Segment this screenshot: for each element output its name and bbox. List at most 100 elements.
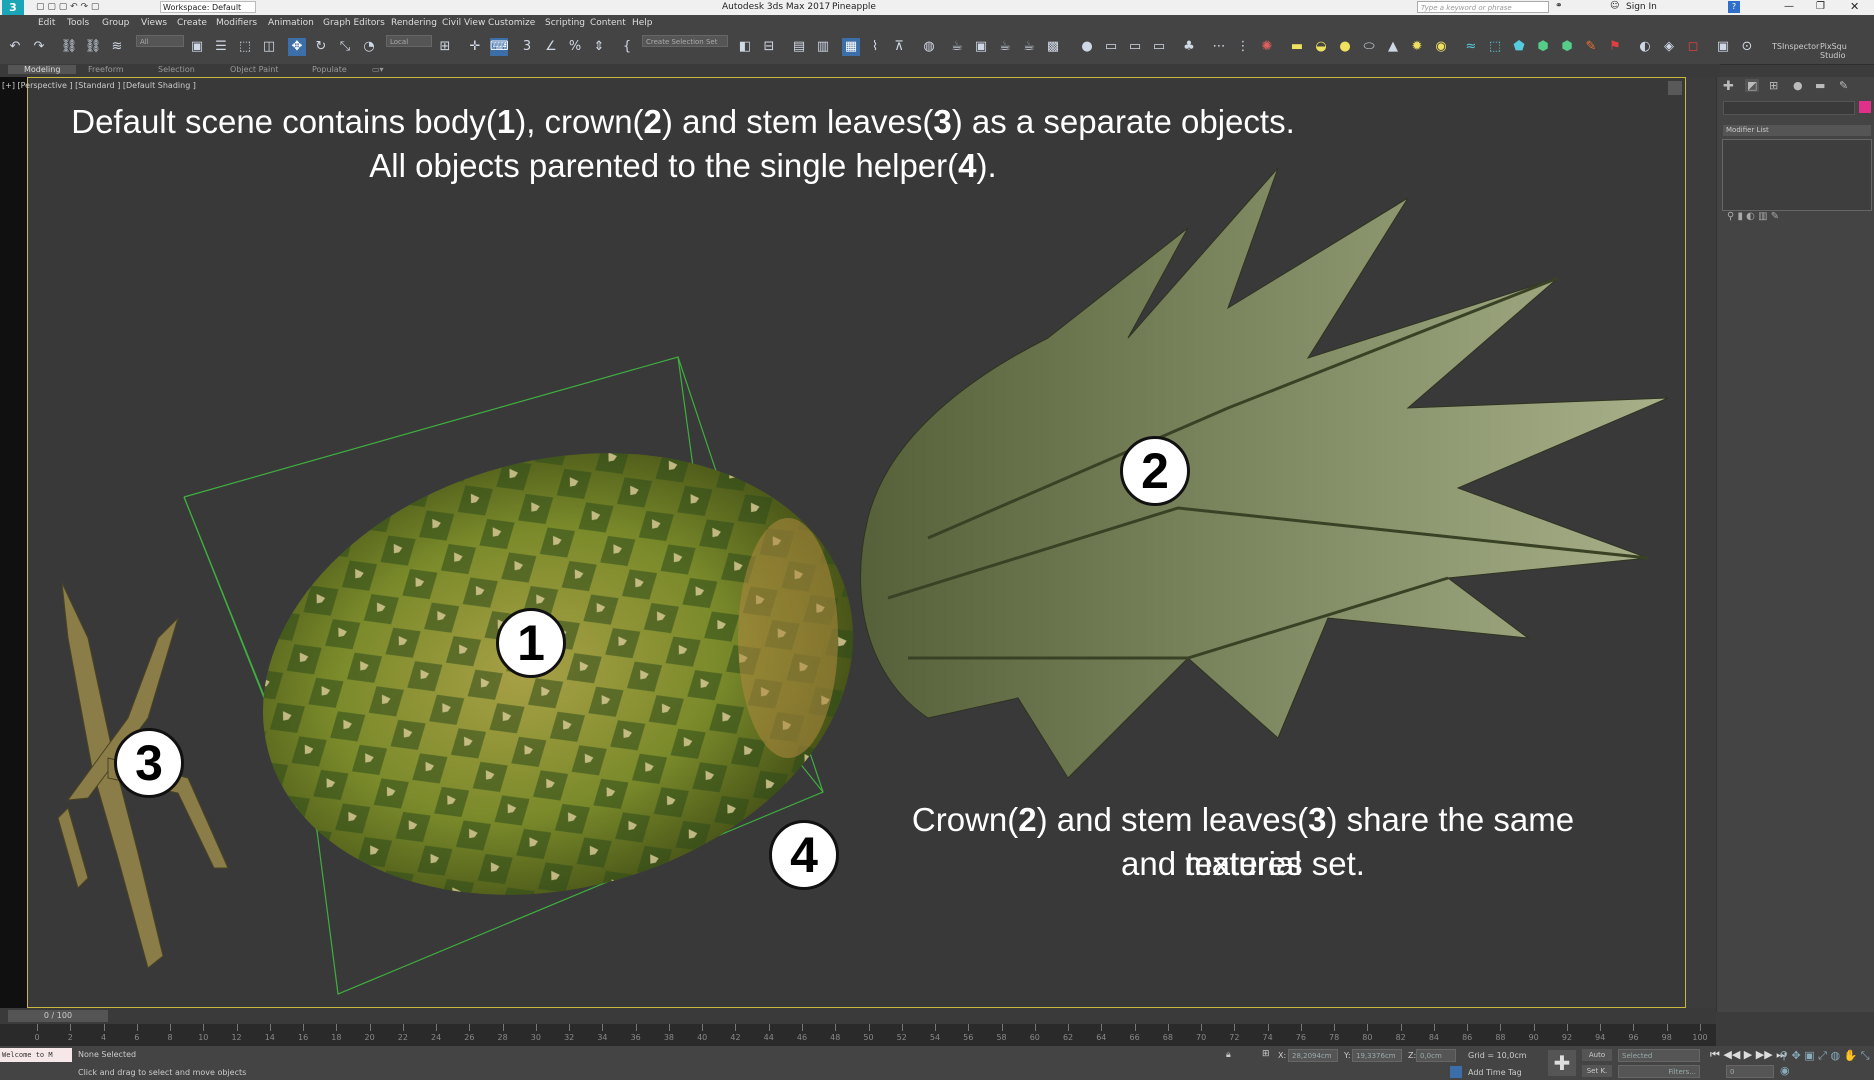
pixsqu-studio-label[interactable]: PixSqu Studio bbox=[1820, 42, 1874, 60]
menu-scripting[interactable]: Scripting bbox=[545, 18, 585, 28]
selection-filter-dropdown[interactable]: All bbox=[136, 35, 184, 47]
tool-r-icon[interactable]: ▣ bbox=[1714, 38, 1732, 56]
sign-in-link[interactable]: Sign In bbox=[1626, 2, 1657, 12]
menu-help[interactable]: Help bbox=[632, 18, 653, 28]
z-coord-field[interactable]: 0,0cm bbox=[1416, 1049, 1456, 1062]
pivot-point-icon[interactable]: ⊞ bbox=[436, 38, 454, 56]
tool-d-icon[interactable]: ♣ bbox=[1180, 38, 1198, 56]
tool-i-icon[interactable]: ⬚ bbox=[1486, 38, 1504, 56]
object-color-swatch[interactable] bbox=[1859, 101, 1871, 113]
menu-create[interactable]: Create bbox=[177, 18, 207, 28]
sphere-tool-icon[interactable]: ● bbox=[1078, 38, 1096, 56]
add-key-icon[interactable]: ✚ bbox=[1548, 1050, 1576, 1076]
placement-icon[interactable]: ◔ bbox=[360, 38, 378, 56]
tool-b-icon[interactable]: ▭ bbox=[1126, 38, 1144, 56]
tool-g-icon[interactable]: ✺ bbox=[1258, 38, 1276, 56]
tsinspector-label[interactable]: TSInspector bbox=[1772, 42, 1819, 51]
tool-n-icon[interactable]: ⚑ bbox=[1606, 38, 1624, 56]
absolute-mode-icon[interactable]: ⊞ bbox=[1262, 1049, 1270, 1059]
menu-civil-view[interactable]: Civil View bbox=[442, 18, 485, 28]
perspective-viewport[interactable]: Default scene contains body(1), crown(2)… bbox=[27, 77, 1686, 1008]
menu-content[interactable]: Content bbox=[590, 18, 626, 28]
select-object-icon[interactable]: ▣ bbox=[188, 38, 206, 56]
hierarchy-tab-icon[interactable]: ⊞ bbox=[1769, 79, 1778, 92]
auto-key-button[interactable]: Auto bbox=[1582, 1049, 1612, 1061]
user-icon[interactable]: ☺ bbox=[1610, 1, 1619, 11]
tool-f-icon[interactable]: ⋮ bbox=[1234, 38, 1252, 56]
tool-o-icon[interactable]: ◐ bbox=[1636, 38, 1654, 56]
minimize-icon[interactable]: — bbox=[1784, 1, 1794, 12]
create-tab-icon[interactable]: ✚ bbox=[1723, 79, 1734, 94]
help-icon[interactable]: ? bbox=[1728, 1, 1740, 13]
redo-icon[interactable]: ↷ bbox=[30, 38, 48, 56]
material-editor-icon[interactable]: ◍ bbox=[920, 38, 938, 56]
link-icon[interactable]: ⛓ bbox=[60, 38, 78, 56]
tool-m-icon[interactable]: ✎ bbox=[1582, 38, 1600, 56]
binoculars-icon[interactable]: ⚭ bbox=[1555, 1, 1563, 11]
percent-snap-icon[interactable]: % bbox=[566, 38, 584, 56]
time-tag-icon[interactable] bbox=[1450, 1066, 1462, 1078]
window-crossing-icon[interactable]: ◫ bbox=[260, 38, 278, 56]
edit-named-sets-icon[interactable]: { bbox=[618, 38, 636, 56]
menu-modifiers[interactable]: Modifiers bbox=[216, 18, 257, 28]
angle-snap-icon[interactable]: ∠ bbox=[542, 38, 560, 56]
tool-q-icon[interactable]: ◻ bbox=[1684, 38, 1702, 56]
spinner-snap-icon[interactable]: ⇕ bbox=[590, 38, 608, 56]
maxscript-listener[interactable]: Welcome to M bbox=[0, 1048, 72, 1062]
snaps-toggle-icon[interactable]: 3 bbox=[518, 38, 536, 56]
select-manipulate-icon[interactable]: ✛ bbox=[466, 38, 484, 56]
modifier-list-dropdown[interactable]: Modifier List bbox=[1723, 125, 1871, 136]
tab-modeling[interactable]: Modeling bbox=[8, 65, 77, 74]
menu-views[interactable]: Views bbox=[141, 18, 167, 28]
viewport-label[interactable]: [+] [Perspective ] [Standard ] [Default … bbox=[2, 81, 196, 90]
mirror-icon[interactable]: ◧ bbox=[736, 38, 754, 56]
bind-space-warp-icon[interactable]: ≋ bbox=[108, 38, 126, 56]
tool-a-icon[interactable]: ▭ bbox=[1102, 38, 1120, 56]
light-a-icon[interactable]: ▬ bbox=[1288, 38, 1306, 56]
add-time-tag[interactable]: Add Time Tag bbox=[1468, 1068, 1522, 1077]
move-icon[interactable]: ✥ bbox=[288, 38, 306, 56]
time-slider[interactable]: 0 / 100 bbox=[0, 1008, 1716, 1024]
rotate-icon[interactable]: ↻ bbox=[312, 38, 330, 56]
tool-j-icon[interactable]: ⬟ bbox=[1510, 38, 1528, 56]
set-key-button[interactable]: Set K. bbox=[1582, 1065, 1612, 1077]
menu-rendering[interactable]: Rendering bbox=[391, 18, 437, 28]
keyboard-shortcut-icon[interactable]: ⌨ bbox=[490, 38, 509, 56]
curve-editor-icon[interactable]: ⌇ bbox=[866, 38, 884, 56]
light-f-icon[interactable]: ✹ bbox=[1408, 38, 1426, 56]
menu-customize[interactable]: Customize bbox=[488, 18, 535, 28]
selection-set-dropdown[interactable]: Create Selection Set bbox=[642, 35, 728, 47]
menu-tools[interactable]: Tools bbox=[67, 18, 89, 28]
scale-icon[interactable]: ⤡ bbox=[336, 38, 354, 56]
viewport-nav-icons[interactable]: ⚲ ✥ ▣ ⤢ ◍ ✋ ⤡ ◉ bbox=[1780, 1048, 1872, 1078]
menu-animation[interactable]: Animation bbox=[268, 18, 314, 28]
current-frame-field[interactable]: 0 bbox=[1726, 1065, 1774, 1078]
quick-access-icons[interactable]: ▢ ▢ ▢ ↶ ↷ ▢ bbox=[36, 2, 99, 12]
schematic-view-icon[interactable]: ⊼ bbox=[890, 38, 908, 56]
render-iterative-icon[interactable]: ☕ bbox=[1020, 38, 1038, 56]
select-by-name-icon[interactable]: ☰ bbox=[212, 38, 230, 56]
tab-freeform[interactable]: Freeform bbox=[88, 65, 124, 74]
tool-c-icon[interactable]: ▭ bbox=[1150, 38, 1168, 56]
undo-icon[interactable]: ↶ bbox=[6, 38, 24, 56]
modify-tab-icon[interactable]: ◩ bbox=[1745, 79, 1760, 92]
object-name-field[interactable] bbox=[1723, 101, 1855, 115]
light-b-icon[interactable]: ◒ bbox=[1312, 38, 1330, 56]
unlink-icon[interactable]: ⛓ bbox=[84, 38, 102, 56]
time-slider-thumb[interactable]: 0 / 100 bbox=[8, 1010, 108, 1022]
tool-l-icon[interactable]: ⬢ bbox=[1558, 38, 1576, 56]
viewcube-icon[interactable] bbox=[1668, 81, 1682, 95]
tab-selection[interactable]: Selection bbox=[158, 65, 195, 74]
rendered-frame-icon[interactable]: ▣ bbox=[972, 38, 990, 56]
ribbon-options-icon[interactable]: ▭▾ bbox=[372, 65, 384, 74]
render-production-icon[interactable]: ☕ bbox=[996, 38, 1014, 56]
light-e-icon[interactable]: ▲ bbox=[1384, 38, 1402, 56]
rect-selection-icon[interactable]: ⬚ bbox=[236, 38, 254, 56]
lock-icon[interactable]: 🔒︎ bbox=[1226, 1050, 1231, 1060]
tool-p-icon[interactable]: ◈ bbox=[1660, 38, 1678, 56]
display-tab-icon[interactable]: ▬ bbox=[1815, 79, 1825, 92]
render-setup-icon[interactable]: ☕ bbox=[948, 38, 966, 56]
menu-graph-editors[interactable]: Graph Editors bbox=[323, 18, 385, 28]
y-coord-field[interactable]: 19,3376cm bbox=[1352, 1049, 1402, 1062]
light-d-icon[interactable]: ⬭ bbox=[1360, 38, 1378, 56]
